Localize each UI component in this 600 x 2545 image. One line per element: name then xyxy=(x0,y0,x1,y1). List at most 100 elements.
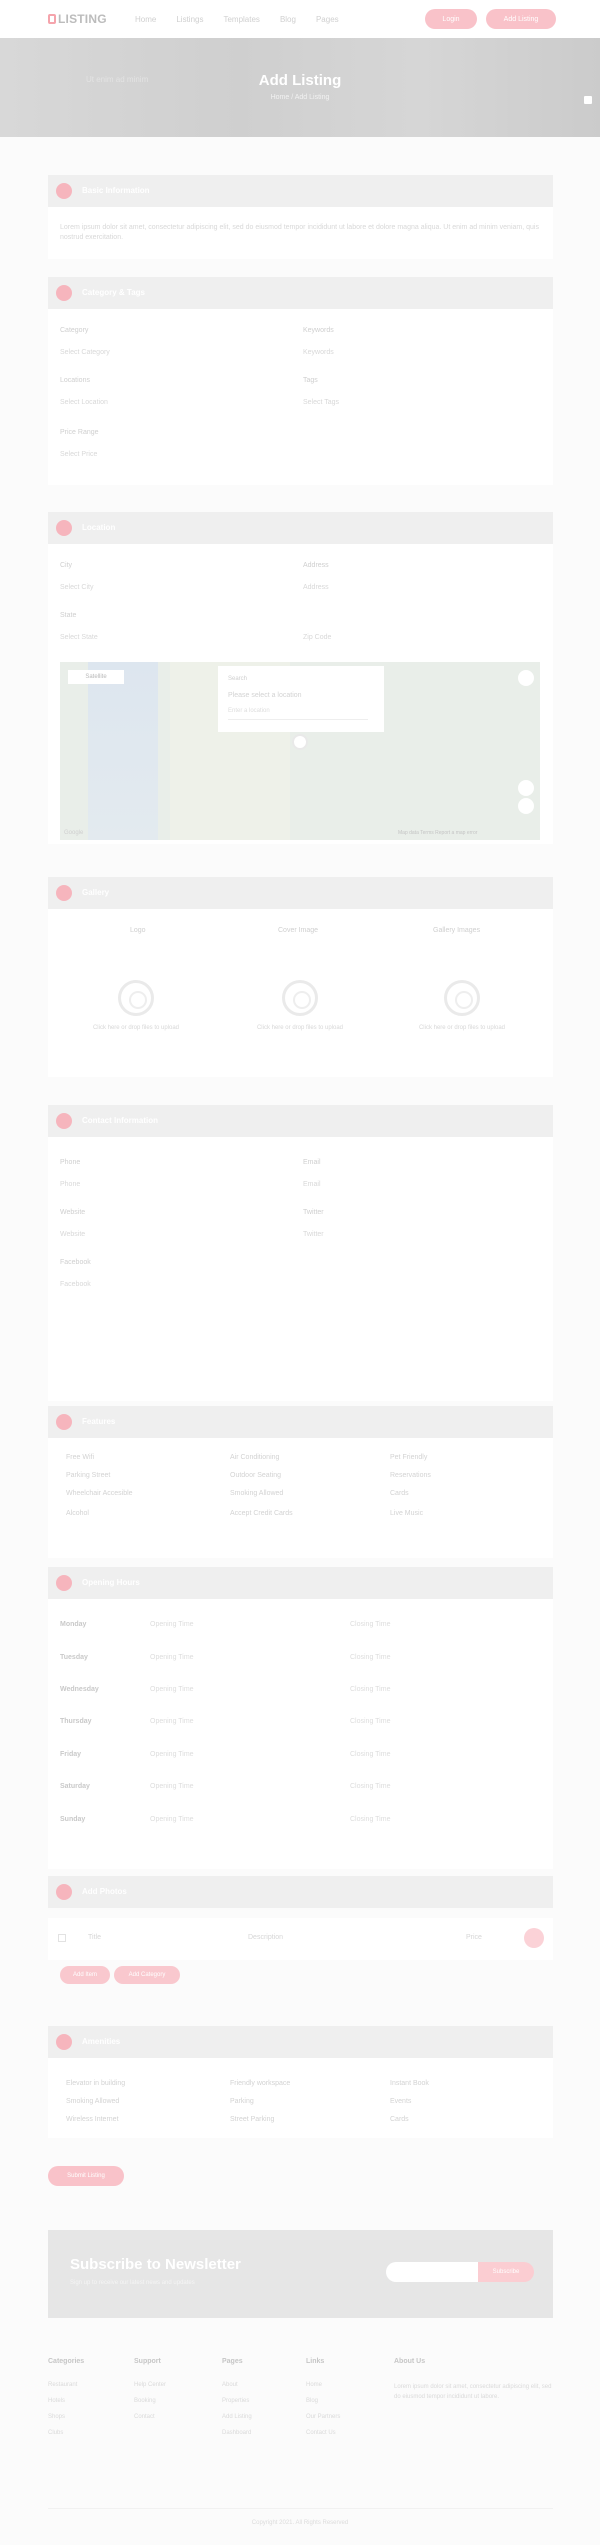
section-title: Amenities xyxy=(82,2037,121,2046)
nav-item-blog[interactable]: Blog xyxy=(280,15,296,24)
amenity-item[interactable]: Cards xyxy=(390,2116,409,2123)
map-pin-icon[interactable] xyxy=(292,734,308,750)
opening-time-select[interactable]: Opening Time xyxy=(150,1718,194,1725)
feature-item[interactable]: Reservations xyxy=(390,1472,431,1479)
feature-item[interactable]: Accept Credit Cards xyxy=(230,1510,293,1517)
state-select[interactable]: Select State xyxy=(60,634,98,641)
item-description-input[interactable]: Description xyxy=(248,1934,283,1941)
footer-heading: About Us xyxy=(394,2358,426,2365)
footer-link[interactable]: Help Center xyxy=(134,2382,166,2388)
twitter-input[interactable]: Twitter xyxy=(303,1231,324,1238)
closing-time-select[interactable]: Closing Time xyxy=(350,1654,390,1661)
locations-select[interactable]: Select Location xyxy=(60,399,108,406)
email-input[interactable]: Email xyxy=(303,1181,321,1188)
map-attribution[interactable]: Map data Terms Report a map error xyxy=(398,830,477,836)
map-brand: Google xyxy=(64,830,84,836)
footer-link[interactable]: Blog xyxy=(306,2398,318,2404)
zoom-in-icon[interactable] xyxy=(518,780,534,796)
newsletter-email-input[interactable] xyxy=(386,2262,478,2282)
nav-item-listings[interactable]: Listings xyxy=(176,15,203,24)
phone-input[interactable]: Phone xyxy=(60,1181,80,1188)
amenity-item[interactable]: Elevator in building xyxy=(66,2080,125,2087)
price-select[interactable]: Select Price xyxy=(60,451,97,458)
item-title-input[interactable]: Title xyxy=(88,1934,101,1941)
closing-time-select[interactable]: Closing Time xyxy=(350,1686,390,1693)
scroll-top-icon[interactable] xyxy=(584,96,592,104)
opening-time-select[interactable]: Opening Time xyxy=(150,1751,194,1758)
zip-input[interactable]: Zip Code xyxy=(303,634,331,641)
feature-item[interactable]: Parking Street xyxy=(66,1472,110,1479)
footer-link[interactable]: Dashboard xyxy=(222,2430,251,2436)
footer-link[interactable]: Contact xyxy=(134,2414,155,2420)
opening-time-select[interactable]: Opening Time xyxy=(150,1783,194,1790)
upload-cover-icon[interactable] xyxy=(282,980,318,1016)
amenity-item[interactable]: Smoking Allowed xyxy=(66,2098,119,2105)
add-item-button[interactable]: Add Item xyxy=(60,1966,110,1984)
add-category-button[interactable]: Add Category xyxy=(114,1966,180,1984)
address-input[interactable]: Address xyxy=(303,584,329,591)
amenity-item[interactable]: Parking xyxy=(230,2098,254,2105)
feature-item[interactable]: Alcohol xyxy=(66,1510,89,1517)
footer-link[interactable]: Booking xyxy=(134,2398,156,2404)
drag-handle[interactable] xyxy=(58,1934,66,1942)
feature-item[interactable]: Air Conditioning xyxy=(230,1454,279,1461)
footer-link[interactable]: Clubs xyxy=(48,2430,63,2436)
opening-time-select[interactable]: Opening Time xyxy=(150,1654,194,1661)
facebook-input[interactable]: Facebook xyxy=(60,1281,91,1288)
keywords-input[interactable]: Keywords xyxy=(303,349,334,356)
map-type-button[interactable]: Satellite xyxy=(68,670,124,684)
feature-item[interactable]: Live Music xyxy=(390,1510,423,1517)
footer-link[interactable]: Contact Us xyxy=(306,2430,336,2436)
category-select[interactable]: Select Category xyxy=(60,349,110,356)
closing-time-select[interactable]: Closing Time xyxy=(350,1621,390,1628)
feature-item[interactable]: Wheelchair Accesible xyxy=(66,1490,133,1497)
tags-select[interactable]: Select Tags xyxy=(303,399,339,406)
delete-item-icon[interactable] xyxy=(524,1928,544,1948)
upload-logo-icon[interactable] xyxy=(118,980,154,1016)
breadcrumb: Home / Add Listing xyxy=(270,94,330,101)
submit-listing-button[interactable]: Submit Listing xyxy=(48,2166,124,2186)
amenity-item[interactable]: Friendly workspace xyxy=(230,2080,290,2087)
feature-item[interactable]: Pet Friendly xyxy=(390,1454,427,1461)
opening-time-select[interactable]: Opening Time xyxy=(150,1816,194,1823)
fullscreen-icon[interactable] xyxy=(518,670,534,686)
footer-link[interactable]: Hotels xyxy=(48,2398,65,2404)
feature-item[interactable]: Smoking Allowed xyxy=(230,1490,283,1497)
feature-item[interactable]: Cards xyxy=(390,1490,409,1497)
add-listing-button[interactable]: Add Listing xyxy=(486,9,556,29)
login-button[interactable]: Login xyxy=(425,9,477,29)
website-input[interactable]: Website xyxy=(60,1231,85,1238)
footer-link[interactable]: Restaurant xyxy=(48,2382,77,2388)
footer-link[interactable]: Properties xyxy=(222,2398,249,2404)
city-select[interactable]: Select City xyxy=(60,584,93,591)
closing-time-select[interactable]: Closing Time xyxy=(350,1751,390,1758)
amenity-item[interactable]: Wireless Internet xyxy=(66,2116,119,2123)
map-location-input[interactable]: Enter a location xyxy=(228,708,368,720)
feature-item[interactable]: Outdoor Seating xyxy=(230,1472,281,1479)
feature-item[interactable]: Free Wifi xyxy=(66,1454,94,1461)
nav-item-templates[interactable]: Templates xyxy=(223,15,259,24)
opening-time-select[interactable]: Opening Time xyxy=(150,1686,194,1693)
footer-link[interactable]: Shops xyxy=(48,2414,65,2420)
logo[interactable]: LISTING xyxy=(48,12,107,26)
item-price-input[interactable]: Price xyxy=(466,1934,482,1941)
amenity-item[interactable]: Street Parking xyxy=(230,2116,274,2123)
closing-time-select[interactable]: Closing Time xyxy=(350,1718,390,1725)
amenity-item[interactable]: Instant Book xyxy=(390,2080,429,2087)
star-icon xyxy=(56,1414,72,1430)
opening-time-select[interactable]: Opening Time xyxy=(150,1621,194,1628)
footer-link[interactable]: Home xyxy=(306,2382,322,2388)
subscribe-button[interactable]: Subscribe xyxy=(478,2262,534,2282)
footer-link[interactable]: Add Listing xyxy=(222,2414,252,2420)
closing-time-select[interactable]: Closing Time xyxy=(350,1816,390,1823)
footer-link[interactable]: Our Partners xyxy=(306,2414,340,2420)
nav-item-home[interactable]: Home xyxy=(135,15,156,24)
zoom-out-icon[interactable] xyxy=(518,798,534,814)
footer-link[interactable]: About xyxy=(222,2382,238,2388)
nav-item-pages[interactable]: Pages xyxy=(316,15,339,24)
upload-gallery-icon[interactable] xyxy=(444,980,480,1016)
section-title: Location xyxy=(82,523,116,532)
closing-time-select[interactable]: Closing Time xyxy=(350,1783,390,1790)
amenity-item[interactable]: Events xyxy=(390,2098,411,2105)
location-map[interactable]: Satellite Search Please select a locatio… xyxy=(60,662,540,840)
